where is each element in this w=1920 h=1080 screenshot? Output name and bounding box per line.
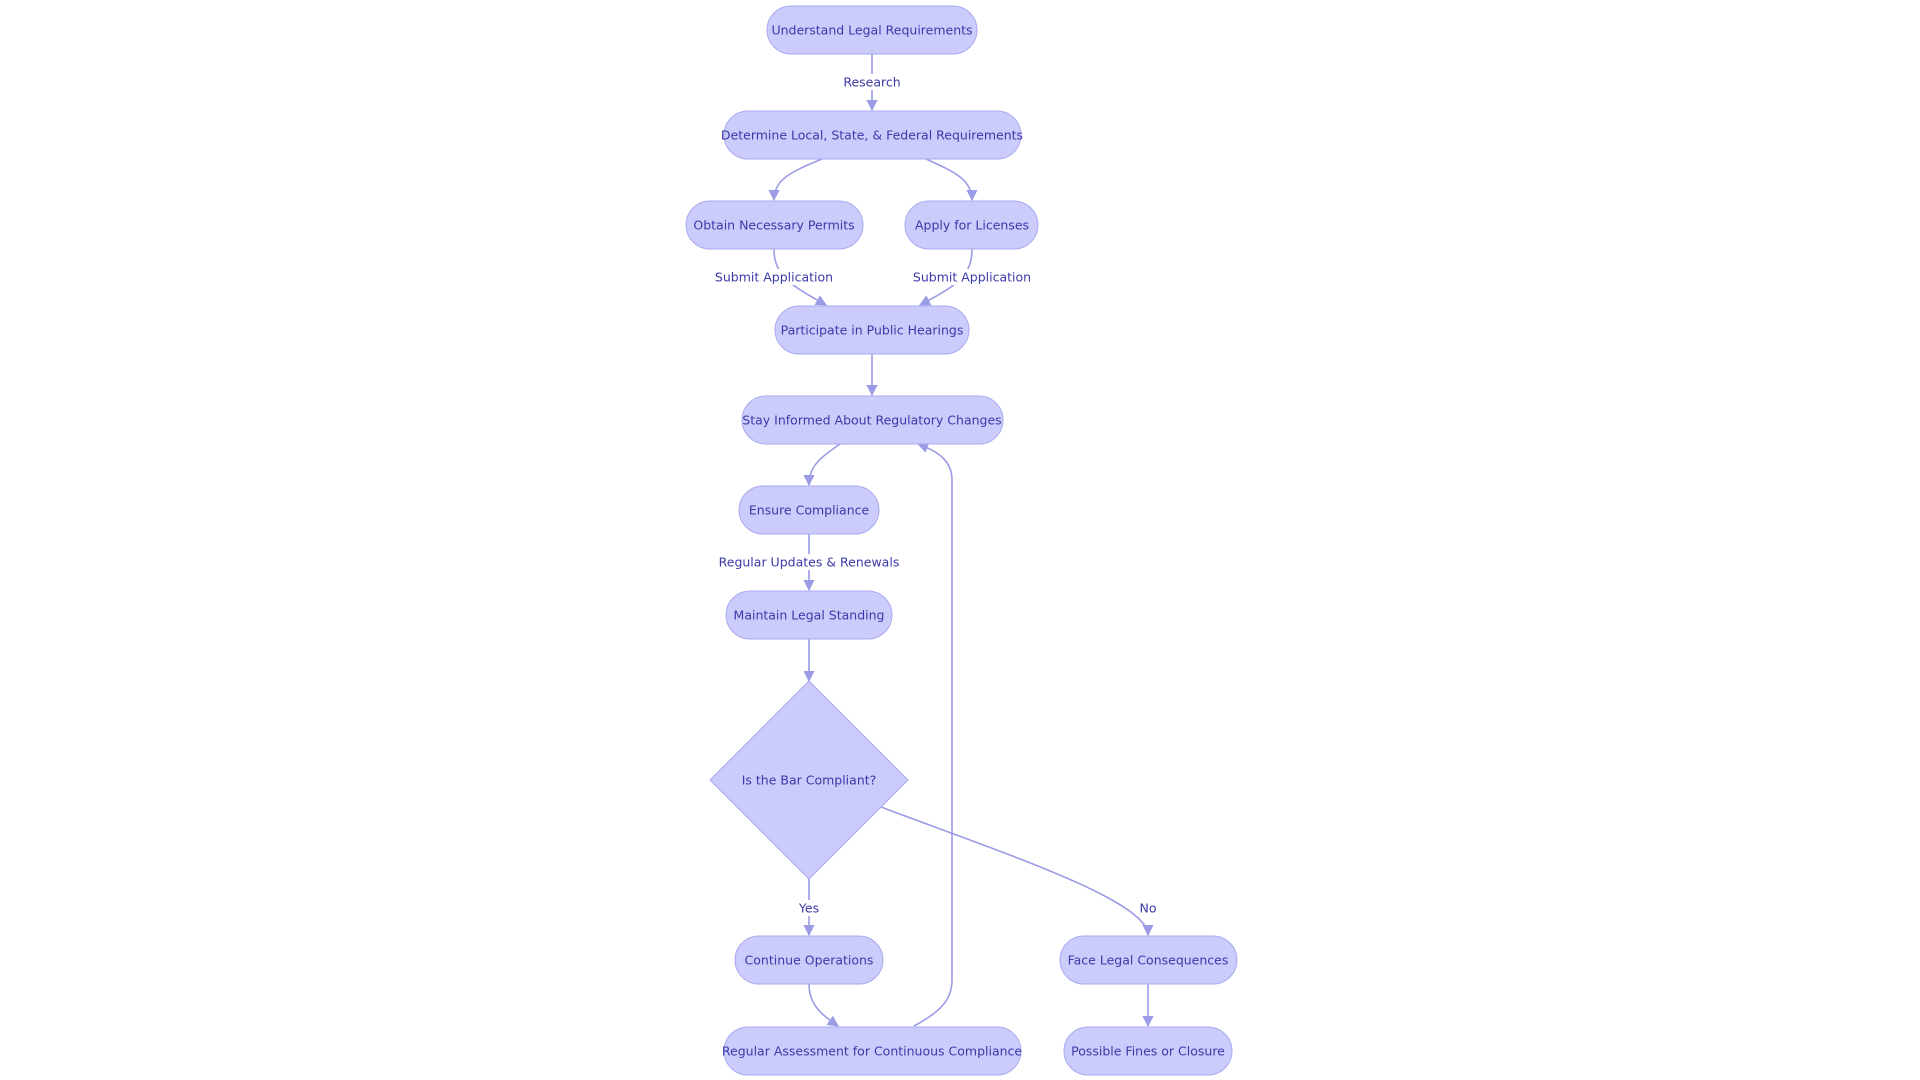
edge-label-research: Research <box>843 74 901 90</box>
node-hearings: Participate in Public Hearings <box>774 305 970 355</box>
svg-text:Submit Application: Submit Application <box>715 270 833 285</box>
node-decision: Is the Bar Compliant? <box>709 680 909 880</box>
svg-text:Stay Informed About Regulatory: Stay Informed About Regulatory Changes <box>742 413 1001 428</box>
svg-text:Possible Fines or Closure: Possible Fines or Closure <box>1071 1044 1225 1059</box>
node-understand: Understand Legal Requirements <box>766 5 978 55</box>
edge-decision-consequences <box>880 806 1154 937</box>
svg-text:Regular Assessment for Continu: Regular Assessment for Continuous Compli… <box>722 1044 1022 1059</box>
edge-label-submit-licenses: Submit Application <box>913 269 1031 285</box>
svg-text:Research: Research <box>843 75 900 90</box>
node-assessment: Regular Assessment for Continuous Compli… <box>722 1026 1022 1076</box>
svg-text:Continue Operations: Continue Operations <box>745 953 874 968</box>
edge-determine-permits <box>768 158 823 202</box>
edge-continue-assessment <box>808 983 839 1027</box>
node-maintain: Maintain Legal Standing <box>725 590 893 640</box>
svg-text:Is the Bar Compliant?: Is the Bar Compliant? <box>742 773 877 788</box>
edge-stay-ensure <box>803 443 841 487</box>
node-permits: Obtain Necessary Permits <box>685 200 864 250</box>
svg-text:Regular Updates & Renewals: Regular Updates & Renewals <box>719 555 900 570</box>
svg-text:Obtain Necessary Permits: Obtain Necessary Permits <box>693 218 854 233</box>
edge-label-submit-permits: Submit Application <box>715 269 833 285</box>
svg-text:Ensure Compliance: Ensure Compliance <box>749 503 870 518</box>
edge-label-no: No <box>1136 900 1160 916</box>
edge-label-yes: Yes <box>796 900 822 916</box>
node-consequences: Face Legal Consequences <box>1059 935 1238 985</box>
edge-assessment-stay <box>913 442 953 1027</box>
svg-text:No: No <box>1140 901 1157 916</box>
svg-text:Understand Legal Requirements: Understand Legal Requirements <box>771 23 972 38</box>
svg-text:Yes: Yes <box>798 901 819 916</box>
node-ensure: Ensure Compliance <box>738 485 880 535</box>
node-stay-informed: Stay Informed About Regulatory Changes <box>741 395 1004 445</box>
flowchart: Research Submit Application Submit Appli… <box>685 5 1238 1076</box>
svg-text:Apply for Licenses: Apply for Licenses <box>915 218 1029 233</box>
node-licenses: Apply for Licenses <box>904 200 1039 250</box>
svg-text:Determine Local, State, & Fede: Determine Local, State, & Federal Requir… <box>721 128 1023 143</box>
node-fines: Possible Fines or Closure <box>1063 1026 1233 1076</box>
node-determine: Determine Local, State, & Federal Requir… <box>721 110 1023 160</box>
svg-text:Submit Application: Submit Application <box>913 270 1031 285</box>
svg-text:Maintain Legal Standing: Maintain Legal Standing <box>734 608 885 623</box>
edge-determine-licenses <box>925 158 978 202</box>
svg-text:Participate in Public Hearings: Participate in Public Hearings <box>781 323 964 338</box>
node-continue: Continue Operations <box>734 935 884 985</box>
svg-text:Face Legal Consequences: Face Legal Consequences <box>1068 953 1229 968</box>
edge-label-updates: Regular Updates & Renewals <box>719 554 900 570</box>
